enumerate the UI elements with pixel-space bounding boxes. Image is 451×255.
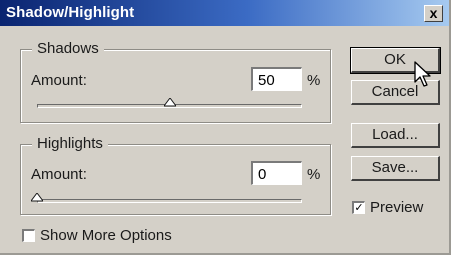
highlights-group-label: Highlights <box>32 135 108 152</box>
show-more-options-label: Show More Options <box>40 227 172 244</box>
shadows-group-label: Shadows <box>32 40 104 57</box>
load-button[interactable]: Load... <box>351 123 440 148</box>
shadows-percent-label: % <box>307 72 321 89</box>
check-icon: ✓ <box>354 202 364 214</box>
show-more-options-checkbox[interactable] <box>22 229 35 242</box>
highlights-slider-thumb-icon[interactable] <box>31 193 43 202</box>
close-icon: x <box>429 5 438 21</box>
dialog-title: Shadow/Highlight <box>6 4 135 21</box>
title-bar[interactable]: Shadow/Highlight x <box>0 0 449 26</box>
highlights-amount-input[interactable] <box>251 161 302 185</box>
shadows-amount-input[interactable] <box>251 67 302 91</box>
close-button[interactable]: x <box>424 5 443 22</box>
highlights-amount-label: Amount: <box>31 166 87 183</box>
shadow-highlight-dialog: Shadow/Highlight x Shadows Amount: % Hig… <box>0 0 451 255</box>
preview-checkbox[interactable]: ✓ <box>352 201 365 214</box>
save-button[interactable]: Save... <box>351 156 440 181</box>
shadows-slider-thumb-icon[interactable] <box>164 98 176 107</box>
preview-label: Preview <box>370 199 424 216</box>
highlights-slider-track[interactable] <box>37 199 302 203</box>
shadows-amount-label: Amount: <box>31 72 87 89</box>
mouse-pointer-icon <box>414 61 431 87</box>
highlights-percent-label: % <box>307 166 321 183</box>
